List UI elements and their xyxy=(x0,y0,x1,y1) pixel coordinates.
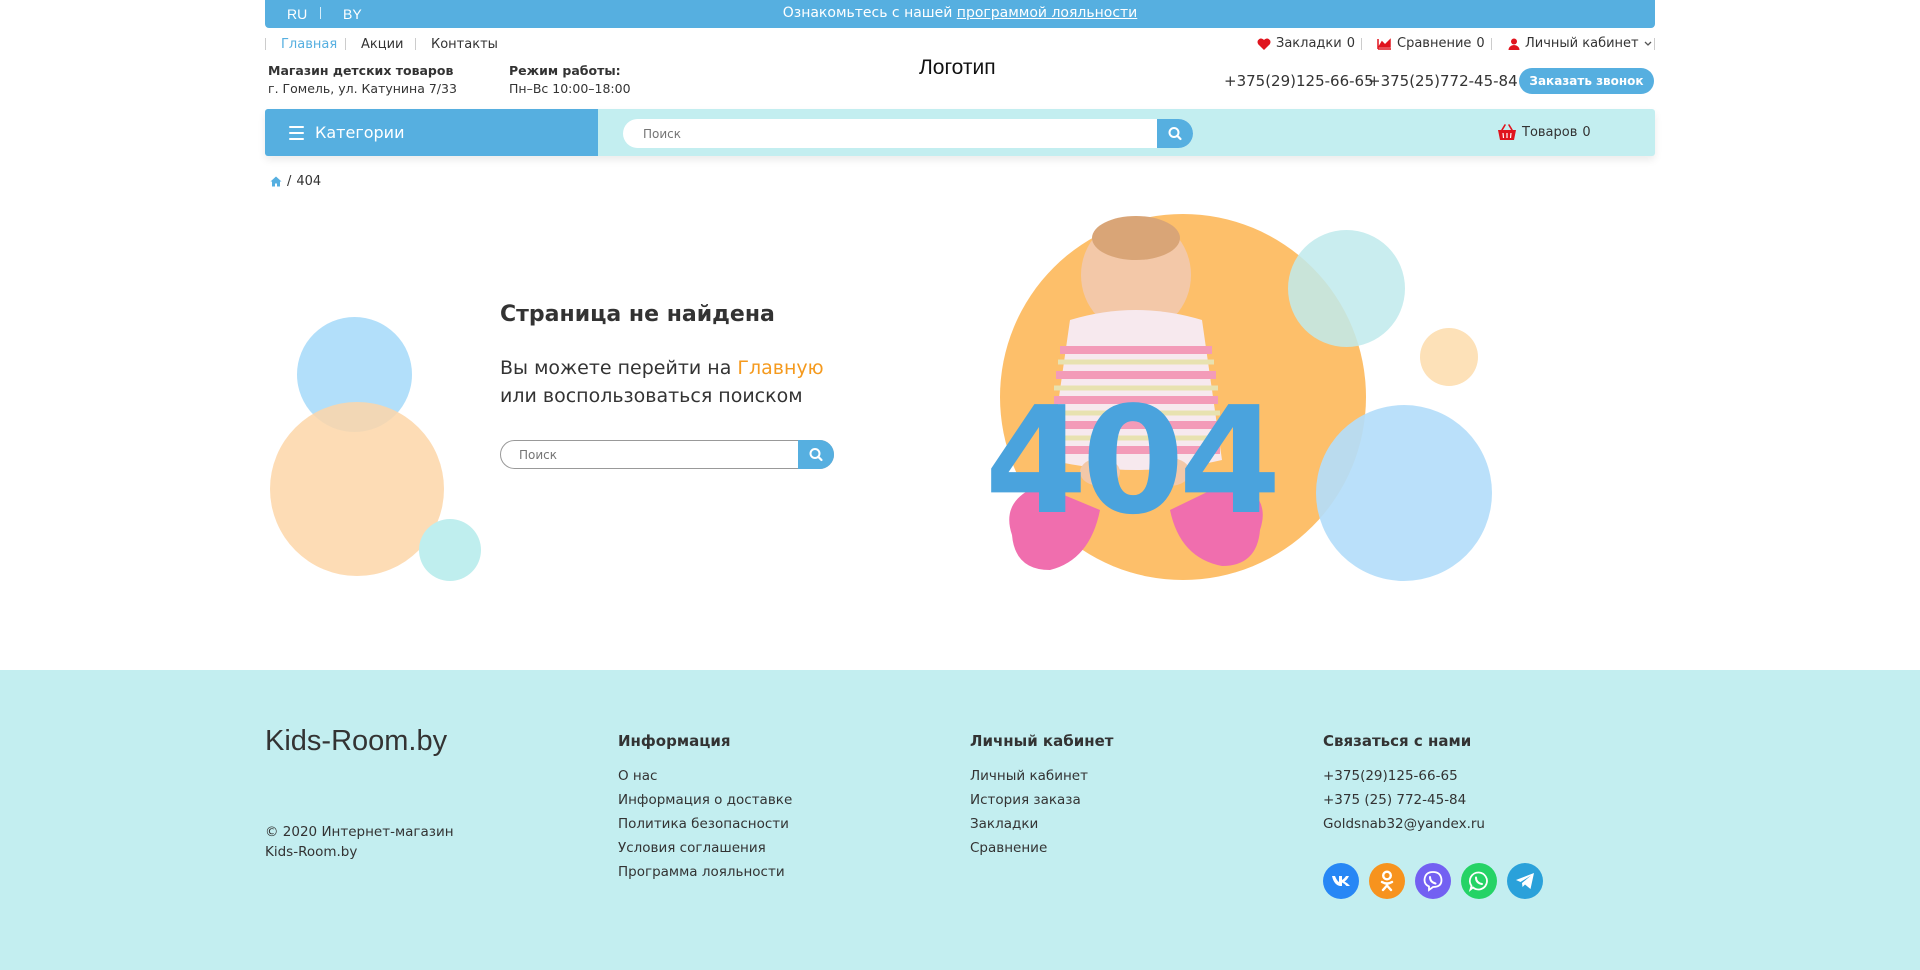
bookmarks-label: Закладки xyxy=(1276,36,1342,51)
order-call-button[interactable]: Заказать звонок xyxy=(1519,68,1654,94)
cart-link[interactable]: Товаров 0 xyxy=(1497,124,1591,141)
top-bar: RU BY Ознакомьтесь с нашей программой ло… xyxy=(265,0,1655,28)
copyright-line2: Kids-Room.by xyxy=(265,844,358,860)
breadcrumb-current: 404 xyxy=(296,174,322,189)
nav-divider xyxy=(1491,38,1492,50)
notfound-line1: Вы можете перейти на xyxy=(500,357,732,379)
breadcrumb: / 404 xyxy=(270,174,321,189)
nav-contacts-link[interactable]: Контакты xyxy=(431,37,498,52)
basket-icon xyxy=(1498,124,1516,140)
error-code-text: 404 xyxy=(984,375,1282,547)
error-code: 404 xyxy=(970,386,1290,536)
notfound-search-input[interactable] xyxy=(519,446,789,464)
decor-circle-peach xyxy=(270,402,444,576)
header-search-input[interactable] xyxy=(643,125,1163,143)
footer-link-delivery[interactable]: Информация о доставке xyxy=(618,788,792,812)
nav-promotions-link[interactable]: Акции xyxy=(361,37,404,52)
nav-home-wrap: Главная xyxy=(281,37,337,52)
category-bar: Категории Товаров 0 xyxy=(265,109,1655,156)
footer-link-compare[interactable]: Сравнение xyxy=(970,836,1113,860)
page-title: Страница не найдена xyxy=(500,302,775,327)
footer-copyright: © 2020 Интернет-магазин Kids-Room.by xyxy=(265,822,454,862)
heart-icon xyxy=(1257,38,1271,50)
footer-phone-2[interactable]: +375 (25) 772-45-84 xyxy=(1323,788,1485,812)
bookmarks-link[interactable]: Закладки 0 xyxy=(1257,36,1355,51)
categories-button[interactable]: Категории xyxy=(265,109,598,156)
site-logo[interactable]: Логотип xyxy=(919,56,996,80)
shop-address: г. Гомель, ул. Катунина 7/33 xyxy=(268,81,457,96)
footer-contact-title: Связаться с нами xyxy=(1323,732,1472,750)
notfound-line2: или воспользоваться поиском xyxy=(500,385,803,407)
home-icon[interactable] xyxy=(270,176,282,187)
footer-link-loyalty[interactable]: Программа лояльности xyxy=(618,860,792,884)
phone-1[interactable]: +375(29)125-66-65 xyxy=(1224,72,1374,90)
search-icon xyxy=(809,448,823,462)
loyalty-program-link[interactable]: программой лояльности xyxy=(957,5,1137,21)
cart-count: 0 xyxy=(1582,125,1591,140)
nav-promotions-wrap: Акции xyxy=(361,37,404,52)
nav-divider xyxy=(1361,38,1362,50)
categories-label: Категории xyxy=(315,123,405,142)
page: RU BY Ознакомьтесь с нашей программой ло… xyxy=(0,0,1920,970)
decor-circle-peach-small xyxy=(1420,328,1478,386)
nav-divider xyxy=(345,38,346,50)
header-search-button[interactable] xyxy=(1157,119,1193,148)
notfound-search xyxy=(500,440,834,469)
bookmarks-count: 0 xyxy=(1346,36,1355,51)
account-dropdown[interactable]: Личный кабинет xyxy=(1508,36,1652,51)
notfound-search-button[interactable] xyxy=(798,440,834,469)
compare-label: Сравнение xyxy=(1397,36,1472,51)
compare-link[interactable]: Сравнение 0 xyxy=(1377,36,1485,51)
user-icon xyxy=(1508,38,1520,50)
chevron-down-icon xyxy=(1644,41,1652,46)
compare-count: 0 xyxy=(1476,36,1485,51)
nav-home-link[interactable]: Главная xyxy=(281,37,337,52)
vk-icon[interactable] xyxy=(1323,863,1359,899)
footer-logo[interactable]: Kids-Room.by xyxy=(265,725,447,758)
account-label: Личный кабинет xyxy=(1525,36,1639,51)
footer-link-about[interactable]: О нас xyxy=(618,764,792,788)
viber-icon[interactable] xyxy=(1415,863,1451,899)
footer-link-order-history[interactable]: История заказа xyxy=(970,788,1113,812)
footer-contact-column: Связаться с нами +375(29)125-66-65 +375 … xyxy=(1323,732,1485,836)
nav-divider xyxy=(1654,38,1655,50)
whatsapp-icon[interactable] xyxy=(1461,863,1497,899)
nav-contacts-wrap: Контакты xyxy=(431,37,498,52)
home-page-link[interactable]: Главную xyxy=(737,357,823,379)
odnoklassniki-icon[interactable] xyxy=(1369,863,1405,899)
search-icon xyxy=(1168,127,1182,141)
footer-info-title: Информация xyxy=(618,732,731,750)
footer-account-title: Личный кабинет xyxy=(970,732,1114,750)
telegram-icon[interactable] xyxy=(1507,863,1543,899)
copyright-line1: © 2020 Интернет-магазин xyxy=(265,824,454,840)
footer: Kids-Room.by © 2020 Интернет-магазин Kid… xyxy=(0,670,1920,970)
decor-circle-blue-large xyxy=(1316,405,1492,581)
header-search xyxy=(623,119,1193,148)
footer-phone-1[interactable]: +375(29)125-66-65 xyxy=(1323,764,1485,788)
footer-email[interactable]: Goldsnab32@yandex.ru xyxy=(1323,812,1485,836)
breadcrumb-separator: / xyxy=(287,174,292,189)
phone-2[interactable]: +375(25)772-45-84 xyxy=(1368,72,1518,90)
shop-title: Магазин детских товаров xyxy=(268,63,454,78)
promo-text: Ознакомьтесь с нашей xyxy=(782,5,953,21)
nav-divider xyxy=(265,38,266,50)
footer-link-account[interactable]: Личный кабинет xyxy=(970,764,1113,788)
footer-link-terms[interactable]: Условия соглашения xyxy=(618,836,792,860)
chart-icon xyxy=(1377,37,1391,50)
notfound-message: Вы можете перейти на Главную или восполь… xyxy=(500,354,824,410)
footer-link-bookmarks[interactable]: Закладки xyxy=(970,812,1113,836)
decor-circle-teal-small xyxy=(419,519,481,581)
hours-title: Режим работы: xyxy=(509,63,621,78)
footer-info-column: Информация О нас Информация о доставке П… xyxy=(618,732,792,884)
footer-link-privacy[interactable]: Политика безопасности xyxy=(618,812,792,836)
loyalty-promo: Ознакомьтесь с нашей программой лояльнос… xyxy=(265,5,1655,21)
decor-circle-teal-top xyxy=(1288,230,1405,347)
nav-divider xyxy=(415,38,416,50)
menu-icon xyxy=(289,126,304,140)
hours-value: Пн–Вс 10:00–18:00 xyxy=(509,81,631,96)
footer-account-column: Личный кабинет Личный кабинет История за… xyxy=(970,732,1113,860)
cart-label: Товаров xyxy=(1522,125,1578,140)
